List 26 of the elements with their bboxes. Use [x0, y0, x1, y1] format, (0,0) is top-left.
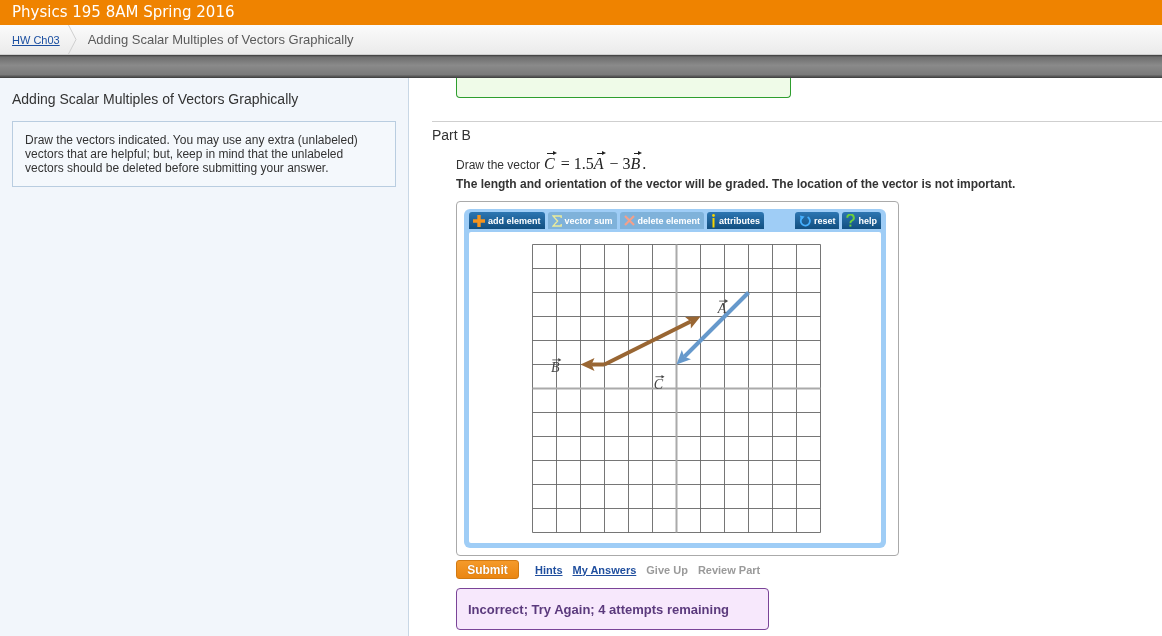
cross-icon	[623, 215, 635, 226]
info-icon	[711, 213, 717, 228]
help-icon	[846, 214, 856, 227]
course-title: Physics 195 8AM Spring 2016	[12, 2, 235, 23]
breadcrumb-link[interactable]: HW Ch03	[12, 33, 60, 46]
vector-arrow[interactable]	[603, 316, 701, 367]
help-button[interactable]: help	[842, 212, 881, 229]
part-title: Part B	[432, 127, 472, 144]
vector-arrow[interactable]	[676, 291, 750, 365]
add-element-button[interactable]: add element	[469, 212, 545, 229]
plus-icon	[473, 214, 485, 227]
action-link[interactable]: My Answers	[572, 563, 637, 576]
section-title: Adding Scalar Multiples of Vectors Graphically	[12, 91, 300, 108]
sigma-icon	[551, 214, 562, 227]
feedback-message: Incorrect; Try Again; 4 attempts remaining	[468, 601, 730, 617]
grading-note: The length and orientation of the vector will be graded. The location of the vector is not important.	[456, 177, 1017, 192]
vector-arrow[interactable]	[580, 358, 605, 371]
vector-formula: C = 1.5A − 3B.	[544, 151, 647, 173]
refresh-icon	[798, 214, 811, 227]
action-link[interactable]: Hints	[535, 563, 563, 576]
attributes-button[interactable]: attributes	[707, 212, 765, 229]
vector-label: C	[653, 374, 665, 392]
instructions-text: Draw the vectors indicated. You may use any extra (unlabeled) vectors that are helpful; but, keep in mind that the unlabeled vectors should be deleted before submitting your answer.	[25, 133, 359, 175]
reset-button[interactable]: reset	[794, 212, 840, 229]
prompt-text: Draw the vector	[456, 158, 541, 172]
breadcrumb-current-page: Adding Scalar Multiples of Vectors Graphically	[87, 32, 354, 47]
